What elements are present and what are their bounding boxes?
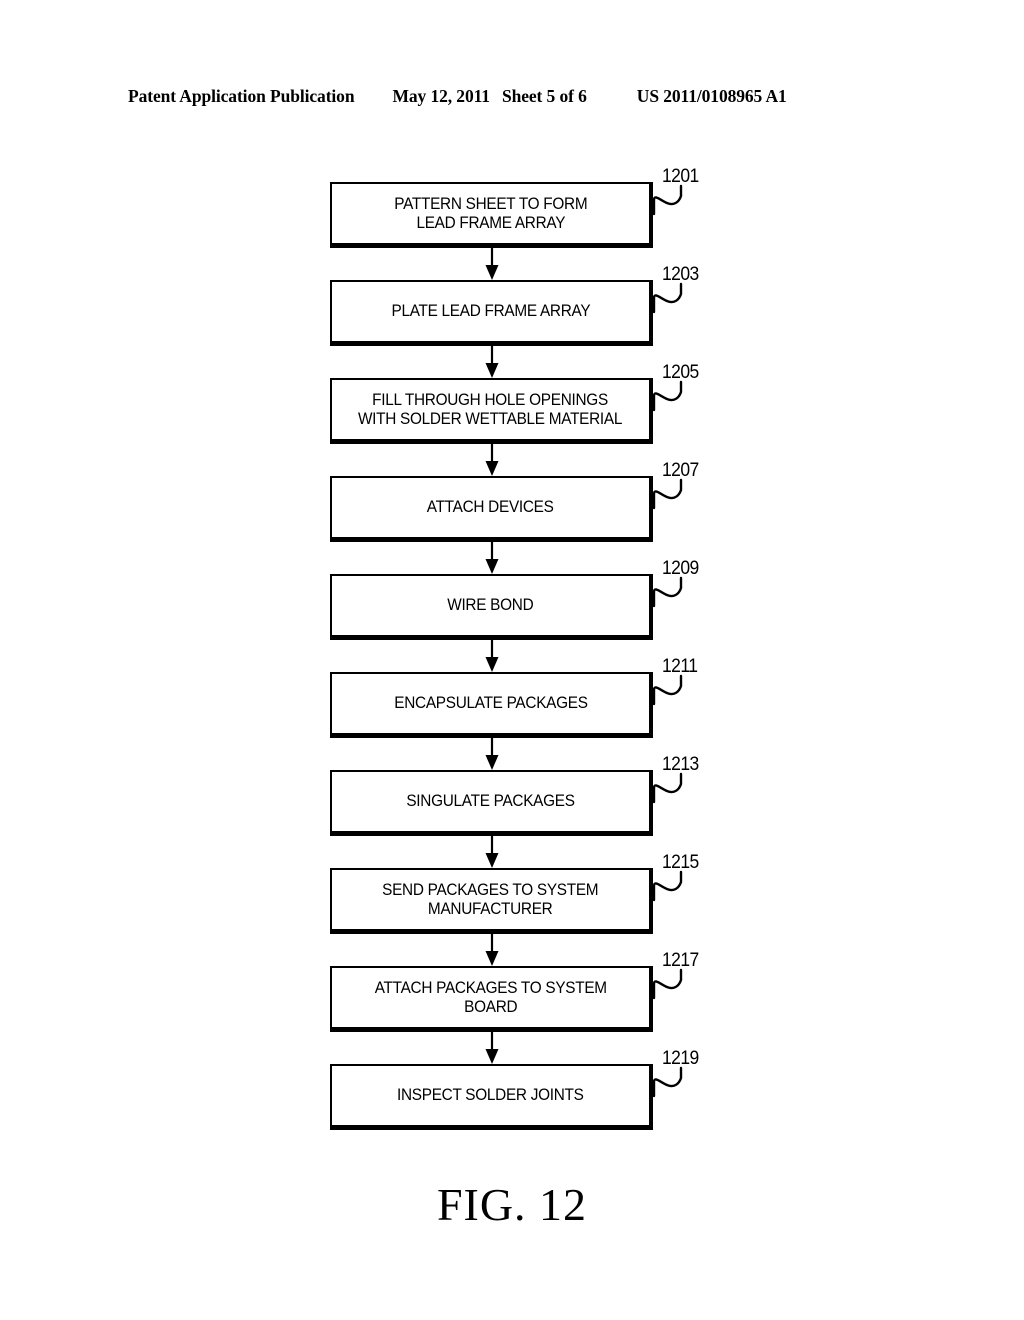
reference-numeral: 1205	[662, 362, 699, 383]
flowchart-connector-arrow	[483, 444, 501, 476]
step-box: FILL THROUGH HOLE OPENINGS WITH SOLDER W…	[330, 378, 653, 444]
step-label: WIRE BOND	[447, 596, 534, 614]
reference-numeral: 1213	[662, 754, 699, 775]
reference-leader-line	[652, 282, 698, 316]
flowchart-connector-arrow	[483, 1032, 501, 1064]
reference-numeral: 1209	[662, 558, 699, 579]
flowchart-step-1215: SEND PACKAGES TO SYSTEM MANUFACTURER 1215	[330, 852, 699, 934]
reference-numeral: 1203	[662, 264, 699, 285]
reference-numeral: 1207	[662, 460, 699, 481]
flowchart-step-1205: FILL THROUGH HOLE OPENINGS WITH SOLDER W…	[330, 362, 699, 444]
reference-leader-line	[652, 968, 698, 1002]
step-label: ATTACH PACKAGES TO SYSTEM BOARD	[374, 978, 607, 1016]
reference-numeral: 1201	[662, 166, 699, 187]
flowchart-step-1213: SINGULATE PACKAGES 1213	[330, 754, 699, 836]
step-box: ATTACH DEVICES	[330, 476, 653, 542]
flowchart-connector-arrow	[483, 738, 501, 770]
step-box: SINGULATE PACKAGES	[330, 770, 653, 836]
flowchart-diagram: PATTERN SHEET TO FORM LEAD FRAME ARRAY 12…	[0, 0, 1024, 1320]
step-label: ATTACH DEVICES	[427, 498, 554, 516]
flowchart-step-1203: PLATE LEAD FRAME ARRAY 1203	[330, 264, 699, 346]
step-box: WIRE BOND	[330, 574, 653, 640]
reference-leader-line	[652, 380, 698, 414]
step-label: SEND PACKAGES TO SYSTEM MANUFACTURER	[382, 880, 599, 918]
reference-leader-line	[652, 478, 698, 512]
step-label: INSPECT SOLDER JOINTS	[397, 1086, 584, 1104]
reference-leader-line	[652, 870, 698, 904]
step-label: SINGULATE PACKAGES	[406, 792, 575, 810]
flowchart-connector-arrow	[483, 346, 501, 378]
reference-leader-line	[652, 184, 698, 218]
flowchart-step-1219: INSPECT SOLDER JOINTS 1219	[330, 1048, 699, 1130]
step-label: PATTERN SHEET TO FORM LEAD FRAME ARRAY	[393, 194, 588, 232]
step-box: SEND PACKAGES TO SYSTEM MANUFACTURER	[330, 868, 653, 934]
reference-leader-line	[652, 674, 698, 708]
flowchart-connector-arrow	[483, 640, 501, 672]
flowchart-step-1201: PATTERN SHEET TO FORM LEAD FRAME ARRAY 12…	[330, 166, 699, 248]
reference-numeral: 1215	[662, 852, 699, 873]
step-box: ENCAPSULATE PACKAGES	[330, 672, 653, 738]
flowchart-connector-arrow	[483, 248, 501, 280]
step-box: PLATE LEAD FRAME ARRAY	[330, 280, 653, 346]
flowchart-connector-arrow	[483, 934, 501, 966]
flowchart-step-1211: ENCAPSULATE PACKAGES 1211	[330, 656, 698, 738]
reference-numeral: 1219	[662, 1048, 699, 1069]
step-box: INSPECT SOLDER JOINTS	[330, 1064, 653, 1130]
reference-numeral: 1217	[662, 950, 699, 971]
step-label: PLATE LEAD FRAME ARRAY	[391, 302, 590, 320]
flowchart-step-1207: ATTACH DEVICES 1207	[330, 460, 699, 542]
flowchart-step-1209: WIRE BOND 1209	[330, 558, 699, 640]
reference-leader-line	[652, 576, 698, 610]
step-label: ENCAPSULATE PACKAGES	[393, 694, 588, 712]
reference-leader-line	[652, 772, 698, 806]
reference-leader-line	[652, 1066, 698, 1100]
flowchart-connector-arrow	[483, 542, 501, 574]
figure-caption: FIG. 12	[436, 1179, 588, 1230]
step-box: PATTERN SHEET TO FORM LEAD FRAME ARRAY	[330, 182, 653, 248]
flowchart-connector-arrow	[483, 836, 501, 868]
flowchart-step-1217: ATTACH PACKAGES TO SYSTEM BOARD 1217	[330, 950, 699, 1032]
reference-numeral: 1211	[662, 656, 698, 677]
step-label: FILL THROUGH HOLE OPENINGS WITH SOLDER W…	[358, 390, 623, 428]
step-box: ATTACH PACKAGES TO SYSTEM BOARD	[330, 966, 653, 1032]
